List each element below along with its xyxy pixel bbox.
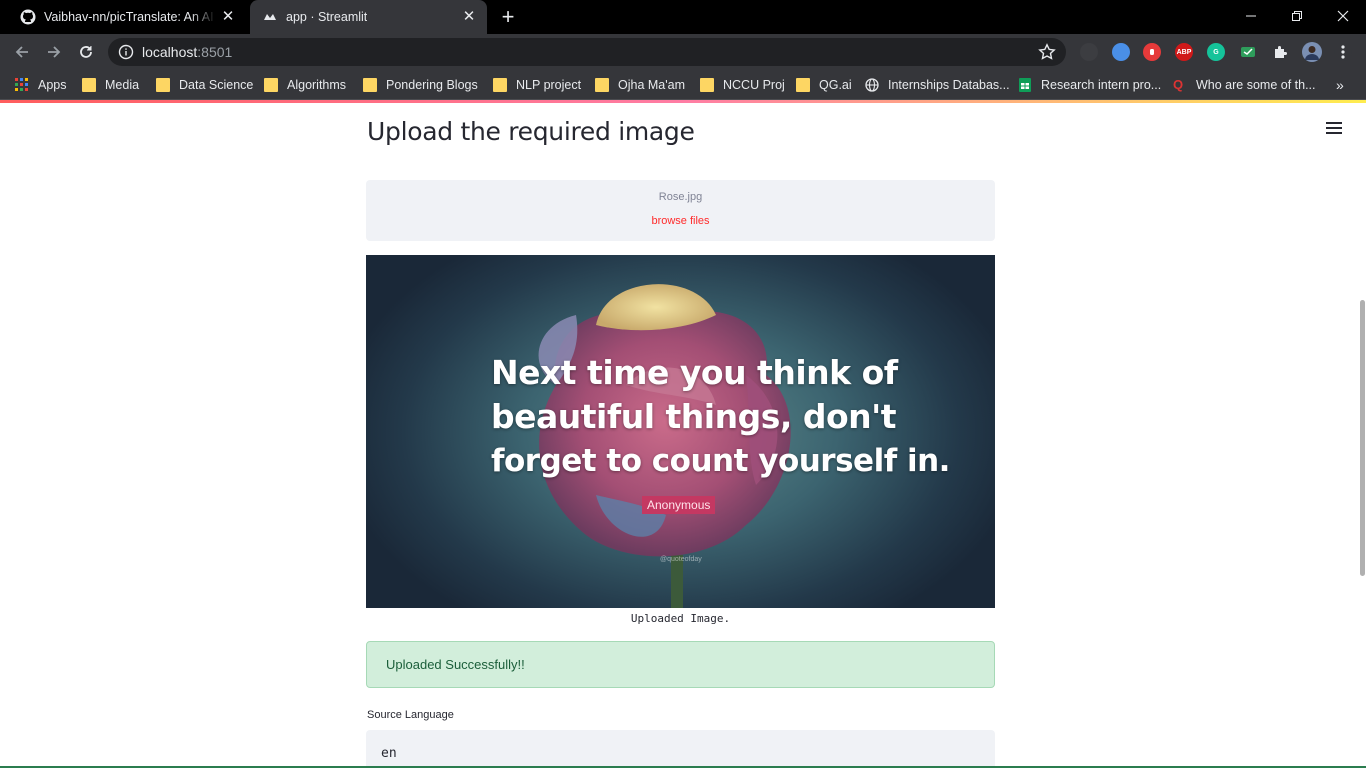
profile-avatar[interactable]: [1302, 42, 1322, 62]
extension-badge-icon[interactable]: [1112, 43, 1130, 61]
hamburger-menu-icon[interactable]: [1326, 122, 1342, 136]
bookmark-label: Media: [105, 78, 140, 92]
extension-icon[interactable]: [1080, 43, 1098, 61]
chevron-double-right-icon: »: [1336, 77, 1344, 93]
quora-icon: Q: [1173, 77, 1184, 92]
bookmark-label: QG.ai: [819, 78, 852, 92]
mail-check-icon[interactable]: [1239, 43, 1257, 61]
folder-icon: [264, 78, 278, 92]
page-scrollbar-thumb[interactable]: [1360, 300, 1365, 576]
success-alert: Uploaded Successfully!!: [366, 641, 995, 688]
bookmark-quora[interactable]: Q Who are some of th...: [1173, 76, 1316, 94]
bookmark-media[interactable]: Media: [82, 76, 139, 94]
folder-icon: [595, 78, 609, 92]
source-language-value: en: [381, 746, 397, 761]
bookmark-star-icon[interactable]: [1038, 43, 1056, 61]
adblock-plus-icon[interactable]: ABP: [1175, 43, 1193, 61]
globe-icon: [865, 78, 879, 92]
minimize-icon: [1246, 15, 1256, 17]
streamlit-icon: [262, 9, 278, 25]
tab-title: Vaibhav-nn/picTranslate: An AI ba: [44, 10, 216, 24]
quote-line: Next time you think of: [491, 353, 898, 392]
bookmark-data-science[interactable]: Data Science: [156, 76, 253, 94]
folder-icon: [363, 78, 377, 92]
folder-icon: [796, 78, 810, 92]
menu-kebab-icon[interactable]: [1334, 43, 1352, 61]
quote-line: beautiful things, don't: [491, 397, 897, 436]
bookmark-label: Research intern pro...: [1041, 78, 1162, 92]
bookmark-ojha-maam[interactable]: Ojha Ma'am: [595, 76, 685, 94]
folder-icon: [156, 78, 170, 92]
bookmark-label: Apps: [38, 78, 67, 92]
source-language-label: Source Language: [367, 709, 454, 721]
bookmark-label: Internships Databas...: [888, 78, 1010, 92]
bookmark-label: Data Science: [179, 78, 254, 92]
tab-streamlit-app[interactable]: app · Streamlit ✕: [250, 0, 487, 34]
file-uploader-dropzone[interactable]: Rose.jpg browse files: [366, 180, 995, 241]
browse-files-button[interactable]: browse files: [366, 215, 995, 227]
page-title: Upload the required image: [367, 117, 695, 146]
bookmarks-overflow-button[interactable]: »: [1336, 76, 1344, 94]
bookmark-label: Who are some of th...: [1196, 78, 1316, 92]
reload-button[interactable]: [74, 40, 98, 64]
bookmark-label: NCCU Proj: [723, 78, 785, 92]
bookmark-nlp-project[interactable]: NLP project: [493, 76, 581, 94]
streamlit-main: Upload the required image Rose.jpg brows…: [0, 103, 1366, 768]
image-watermark: @quoteofday: [660, 556, 702, 563]
reload-icon: [80, 46, 92, 58]
tab-github[interactable]: Vaibhav-nn/picTranslate: An AI ba ✕: [8, 0, 246, 34]
forward-button[interactable]: [42, 40, 66, 64]
bookmarks-bar: Apps Media Data Science Algorithms Ponde…: [0, 70, 1366, 100]
arrow-right-icon: [48, 46, 61, 58]
restore-button[interactable]: [1274, 0, 1320, 32]
restore-icon: [1292, 11, 1302, 21]
bookmark-qg-ai[interactable]: QG.ai: [796, 76, 852, 94]
folder-icon: [493, 78, 507, 92]
bookmark-apps[interactable]: Apps: [15, 76, 67, 94]
quote-author: Anonymous: [642, 496, 716, 514]
bookmark-label: Pondering Blogs: [386, 78, 478, 92]
address-bar[interactable]: localhost:8501: [108, 38, 1066, 66]
bookmark-research-intern[interactable]: Research intern pro...: [1018, 76, 1161, 94]
close-window-button[interactable]: [1320, 0, 1366, 32]
source-language-value-box: en: [366, 730, 995, 768]
folder-icon: [700, 78, 714, 92]
github-icon: [20, 9, 36, 25]
extensions-puzzle-icon[interactable]: [1271, 43, 1289, 61]
tab-title: app · Streamlit: [286, 10, 368, 24]
sheets-icon: [1019, 78, 1031, 92]
bookmark-label: Ojha Ma'am: [618, 78, 685, 92]
image-quote-text: Next time you think of beautiful things,…: [491, 351, 950, 483]
url-text: localhost:8501: [142, 44, 233, 60]
browser-title-bar: Vaibhav-nn/picTranslate: An AI ba ✕ app …: [0, 0, 1366, 34]
arrow-left-icon: [15, 46, 28, 58]
success-message: Uploaded Successfully!!: [386, 657, 525, 672]
hand-extension-icon[interactable]: [1143, 43, 1161, 61]
apps-grid-icon: [15, 78, 28, 91]
bookmark-label: Algorithms: [287, 78, 347, 92]
uploaded-file-name: Rose.jpg: [658, 191, 703, 203]
folder-icon: [82, 78, 96, 92]
close-tab-icon[interactable]: ✕: [220, 9, 236, 25]
minimize-button[interactable]: [1228, 0, 1274, 32]
bookmark-nccu-proj[interactable]: NCCU Proj: [700, 76, 785, 94]
bookmark-internships-database[interactable]: Internships Databas...: [865, 76, 1010, 94]
quote-line: forget to count yourself in.: [491, 443, 950, 479]
close-icon: [1337, 10, 1349, 22]
bookmark-label: NLP project: [516, 78, 582, 92]
uploaded-image: Next time you think of beautiful things,…: [366, 255, 995, 608]
info-icon[interactable]: [118, 44, 134, 60]
grammarly-icon[interactable]: G: [1207, 43, 1225, 61]
bookmark-pondering-blogs[interactable]: Pondering Blogs: [363, 76, 478, 94]
new-tab-button[interactable]: +: [497, 6, 519, 29]
browser-toolbar: localhost:8501 ABP G: [0, 34, 1366, 70]
back-button[interactable]: [10, 40, 34, 64]
close-tab-icon[interactable]: ✕: [461, 9, 477, 25]
image-caption: Uploaded Image.: [630, 612, 731, 625]
bookmark-algorithms[interactable]: Algorithms: [264, 76, 346, 94]
